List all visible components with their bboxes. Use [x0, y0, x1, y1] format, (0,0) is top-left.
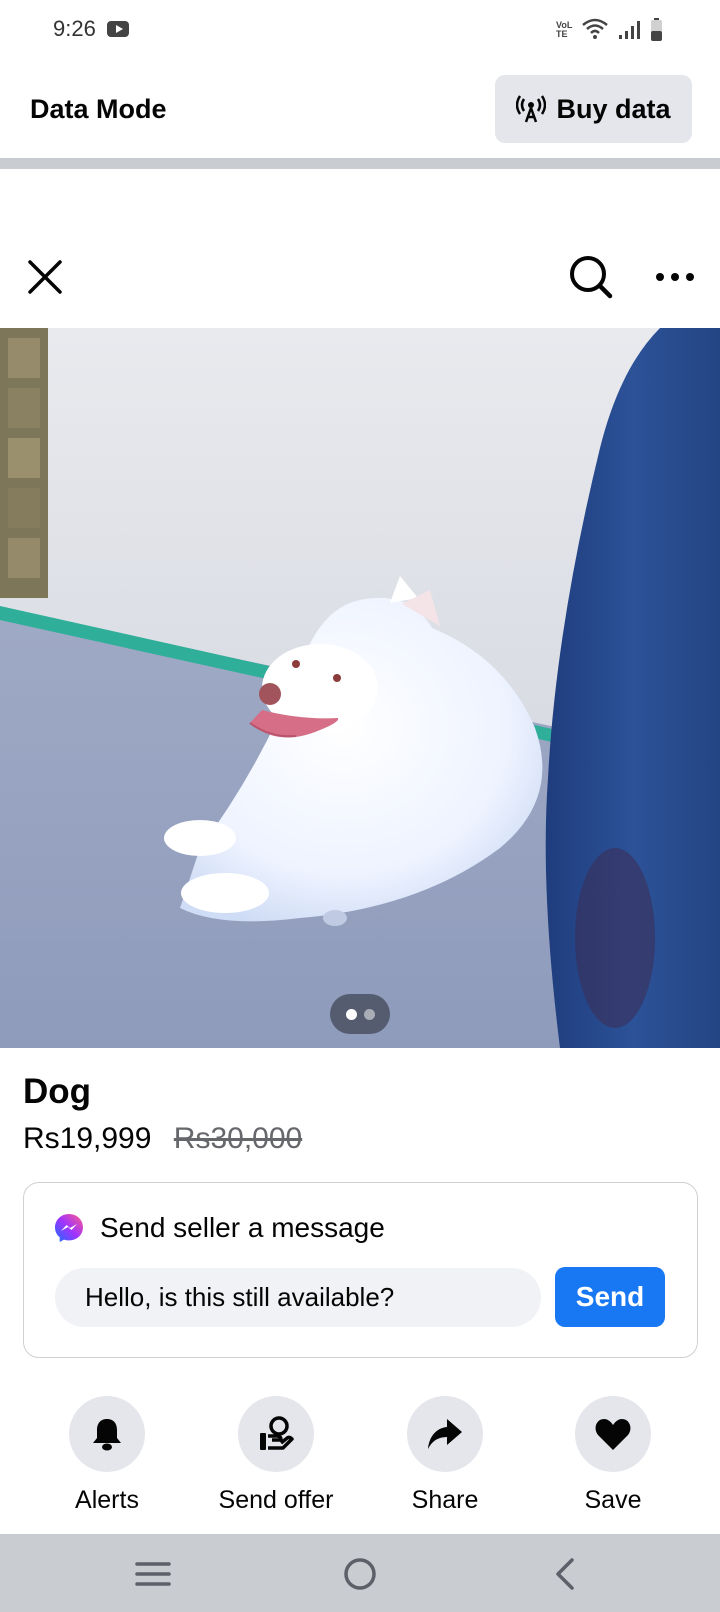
share-icon	[428, 1419, 462, 1449]
save-button[interactable]	[575, 1396, 651, 1472]
messenger-icon	[55, 1214, 83, 1242]
status-bar: 9:26 VoLTE	[0, 0, 720, 58]
share-label: Share	[411, 1486, 479, 1514]
photo-pagination	[330, 994, 390, 1034]
status-time: 9:26	[53, 16, 96, 41]
signal-icon	[619, 21, 640, 39]
save-action[interactable]: Save	[533, 1396, 693, 1516]
data-mode-bar: Data Mode Buy data	[0, 58, 720, 158]
pagination-dot	[364, 1009, 375, 1020]
home-circle-icon	[344, 1558, 376, 1590]
youtube-notification-icon	[107, 21, 129, 37]
share-button[interactable]	[407, 1396, 483, 1472]
pagination-dot-active	[346, 1009, 357, 1020]
dog-photo	[0, 328, 720, 1048]
current-price: Rs19,999	[23, 1122, 152, 1155]
close-button[interactable]	[24, 256, 66, 298]
status-icons: VoLTE	[556, 18, 666, 42]
volte-label: VoLTE	[556, 20, 573, 39]
more-options-button[interactable]	[654, 262, 696, 292]
share-action[interactable]: Share	[365, 1396, 525, 1516]
alerts-action[interactable]: Alerts	[27, 1396, 187, 1516]
listing-title: Dog	[23, 1072, 92, 1111]
original-price: Rs30,000	[173, 1122, 303, 1155]
search-button[interactable]	[568, 254, 614, 300]
message-seller-card: Send seller a message Send	[23, 1182, 698, 1358]
more-dots-icon	[656, 273, 694, 281]
message-input[interactable]	[55, 1268, 541, 1327]
home-button[interactable]	[338, 1552, 382, 1596]
data-mode-label: Data Mode	[30, 94, 167, 124]
save-label: Save	[584, 1486, 642, 1514]
listing-photo[interactable]	[0, 328, 720, 1048]
buy-data-button[interactable]: Buy data	[495, 75, 692, 143]
back-button[interactable]	[544, 1552, 588, 1596]
system-nav-bar	[0, 1534, 720, 1612]
heart-icon	[595, 1419, 631, 1450]
menu-lines-icon	[135, 1562, 171, 1586]
offer-icon	[260, 1416, 294, 1450]
back-chevron-icon	[556, 1558, 574, 1590]
buy-data-label: Buy data	[556, 93, 671, 124]
search-icon	[570, 256, 613, 299]
recent-apps-button[interactable]	[131, 1552, 175, 1596]
antenna-icon	[516, 95, 547, 123]
send-offer-action[interactable]: Send offer	[196, 1396, 356, 1516]
message-heading: Send seller a message	[100, 1212, 385, 1243]
price-row: Rs19,999 Rs30,000	[23, 1122, 302, 1156]
wifi-icon	[582, 18, 608, 39]
send-button[interactable]: Send	[555, 1267, 665, 1327]
battery-icon	[651, 18, 662, 41]
send-offer-button[interactable]	[238, 1396, 314, 1472]
send-offer-label: Send offer	[218, 1486, 334, 1514]
bell-icon	[93, 1419, 121, 1451]
alerts-button[interactable]	[69, 1396, 145, 1472]
alerts-label: Alerts	[75, 1486, 139, 1514]
close-icon	[28, 260, 62, 294]
divider	[0, 158, 720, 169]
